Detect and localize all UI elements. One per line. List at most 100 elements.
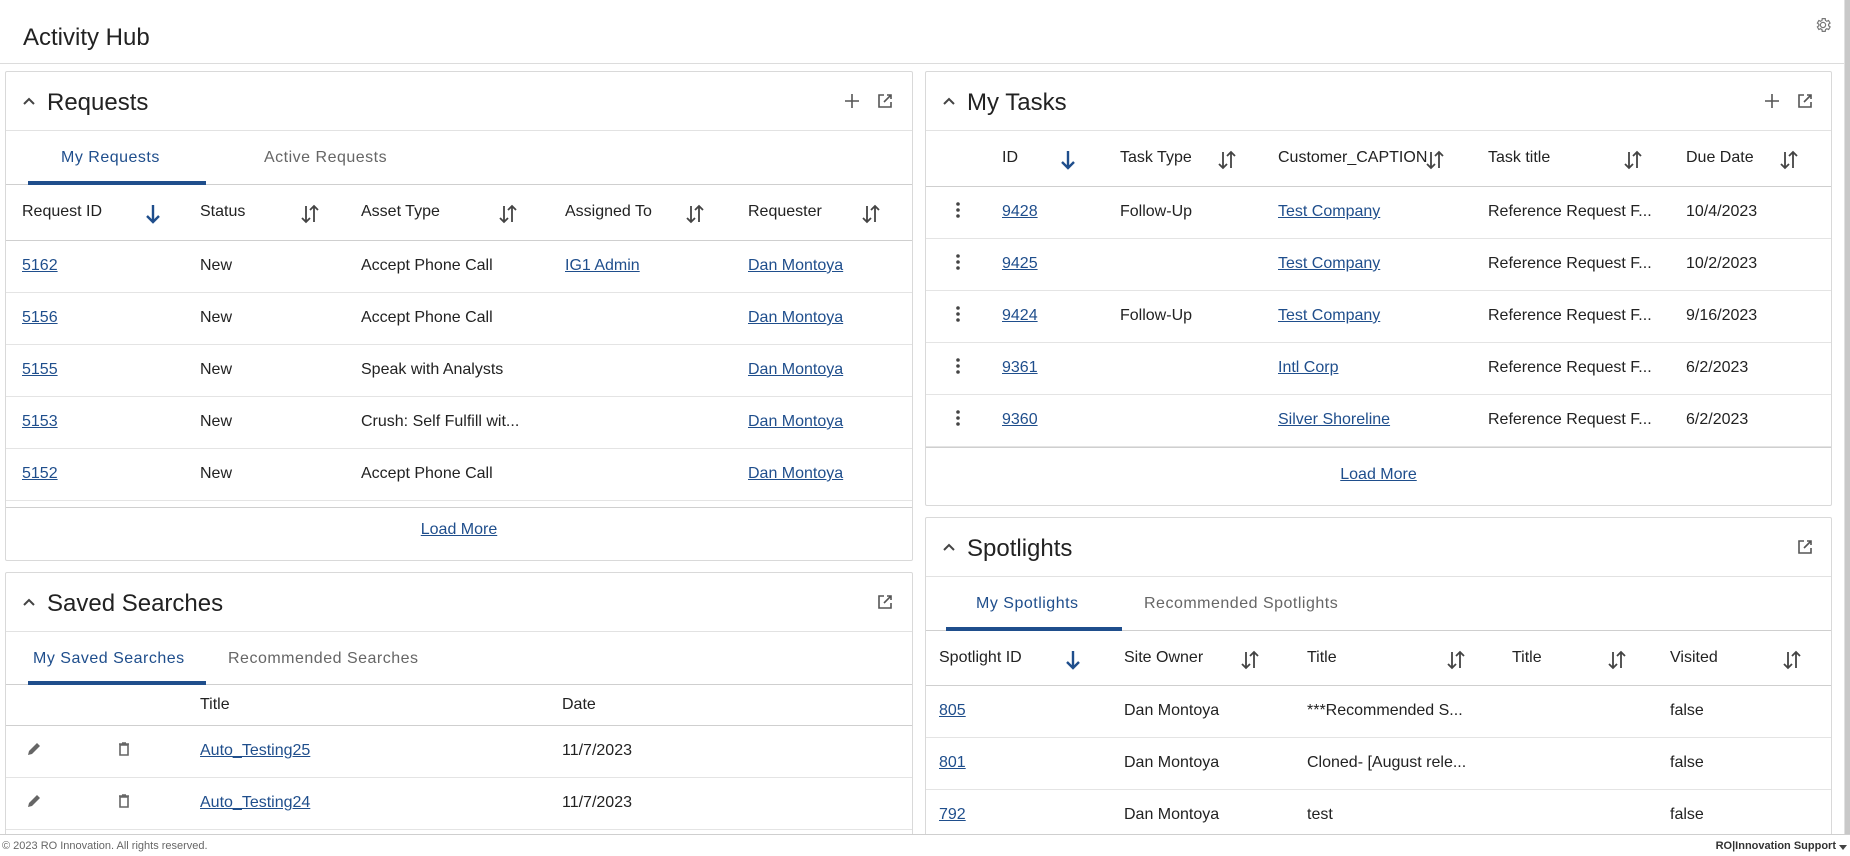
column-header-title[interactable]: Title <box>1292 631 1497 686</box>
column-header-assigned-to[interactable]: Assigned To <box>549 185 732 241</box>
spotlight-id-link[interactable]: 805 <box>939 702 966 719</box>
pencil-icon[interactable] <box>26 741 42 757</box>
saved-searches-table: Title Date Auto_Testing25 11/7/2023 Auto… <box>6 685 912 830</box>
page-scrollbar[interactable] <box>1844 0 1850 834</box>
column-header-request-id[interactable]: Request ID <box>6 185 184 241</box>
column-header-customer[interactable]: Customer_CAPTION <box>1262 131 1472 187</box>
saved-search-link[interactable]: Auto_Testing25 <box>200 742 310 759</box>
chevron-up-icon[interactable] <box>942 540 956 554</box>
scrollbar-thumb[interactable] <box>1845 0 1850 834</box>
trash-icon[interactable] <box>116 793 132 809</box>
column-header-requester[interactable]: Requester <box>732 185 912 241</box>
column-header-task-title[interactable]: Task title <box>1472 131 1670 187</box>
kebab-menu-icon[interactable] <box>950 200 966 220</box>
trash-icon[interactable] <box>116 741 132 757</box>
requester-link[interactable]: Dan Montoya <box>748 309 843 326</box>
tab-recommended-searches[interactable]: Recommended Searches <box>228 650 419 668</box>
kebab-menu-icon[interactable] <box>950 252 966 272</box>
column-header-status[interactable]: Status <box>184 185 345 241</box>
sort-arrows-icon[interactable] <box>1239 649 1261 671</box>
task-id-link[interactable]: 9425 <box>1002 255 1038 272</box>
sort-arrows-icon[interactable] <box>860 203 882 225</box>
tab-recommended-spotlights[interactable]: Recommended Spotlights <box>1144 595 1338 613</box>
external-link-icon[interactable] <box>876 593 894 611</box>
sort-arrows-icon[interactable] <box>1424 149 1446 171</box>
spotlight-id-link[interactable]: 792 <box>939 806 966 823</box>
requester-link[interactable]: Dan Montoya <box>748 361 843 378</box>
customer-link[interactable]: Test Company <box>1278 203 1380 220</box>
task-id-link[interactable]: 9361 <box>1002 359 1038 376</box>
external-link-icon[interactable] <box>1796 538 1814 556</box>
sort-arrows-icon[interactable] <box>299 203 321 225</box>
customer-link[interactable]: Test Company <box>1278 307 1380 324</box>
tab-my-spotlights[interactable]: My Spotlights <box>976 595 1079 613</box>
page-title: Activity Hub <box>23 24 150 51</box>
chevron-up-icon[interactable] <box>22 94 36 108</box>
arrow-down-icon[interactable] <box>1062 649 1084 671</box>
customer-link[interactable]: Test Company <box>1278 255 1380 272</box>
request-id-link[interactable]: 5156 <box>22 309 58 326</box>
sort-arrows-icon[interactable] <box>1445 649 1467 671</box>
tasks-table: ID Task Type Customer_CAPTION Task title… <box>926 131 1831 447</box>
saved-searches-tabs: My Saved Searches Recommended Searches <box>6 632 912 685</box>
customer-link[interactable]: Intl Corp <box>1278 359 1338 376</box>
column-label: Task title <box>1488 149 1551 167</box>
saved-search-link[interactable]: Auto_Testing24 <box>200 794 310 811</box>
task-id-link[interactable]: 9360 <box>1002 411 1038 428</box>
gear-icon[interactable] <box>1814 16 1832 34</box>
arrow-down-icon[interactable] <box>1057 149 1079 171</box>
chevron-up-icon[interactable] <box>942 94 956 108</box>
requester-link[interactable]: Dan Montoya <box>748 257 843 274</box>
requests-tabs: My Requests Active Requests <box>6 131 912 185</box>
column-header-site-owner[interactable]: Site Owner <box>1109 631 1292 686</box>
tab-my-requests[interactable]: My Requests <box>61 149 160 167</box>
sort-arrows-icon[interactable] <box>1216 149 1238 171</box>
sort-arrows-icon[interactable] <box>497 203 519 225</box>
request-id-link[interactable]: 5153 <box>22 413 58 430</box>
column-label: Request ID <box>22 203 103 221</box>
customer-link[interactable]: Silver Shoreline <box>1278 411 1390 428</box>
kebab-menu-icon[interactable] <box>950 304 966 324</box>
request-id-link[interactable]: 5152 <box>22 465 58 482</box>
requester-link[interactable]: Dan Montoya <box>748 413 843 430</box>
external-link-icon[interactable] <box>876 92 894 110</box>
external-link-icon[interactable] <box>1796 92 1814 110</box>
column-header-asset-type[interactable]: Asset Type <box>345 185 549 241</box>
spotlights-title: Spotlights <box>967 535 1073 562</box>
pencil-icon[interactable] <box>26 793 42 809</box>
requester-link[interactable]: Dan Montoya <box>748 465 843 482</box>
table-row: 9424 Follow-Up Test Company Reference Re… <box>926 290 1831 343</box>
request-id-link[interactable]: 5162 <box>22 257 58 274</box>
chevron-up-icon[interactable] <box>22 595 36 609</box>
request-id-link[interactable]: 5155 <box>22 361 58 378</box>
support-link[interactable]: RO|Innovation Support <box>1716 840 1836 852</box>
plus-icon[interactable] <box>843 92 861 110</box>
tab-my-saved-searches[interactable]: My Saved Searches <box>33 650 185 668</box>
kebab-menu-icon[interactable] <box>950 356 966 376</box>
column-header-task-type[interactable]: Task Type <box>1104 131 1262 187</box>
sort-arrows-icon[interactable] <box>1778 149 1800 171</box>
requests-load-more-link[interactable]: Load More <box>6 521 912 539</box>
sort-arrows-icon[interactable] <box>684 203 706 225</box>
sort-arrows-icon[interactable] <box>1606 649 1628 671</box>
table-row: Auto_Testing24 11/7/2023 <box>6 777 912 830</box>
column-header-title-2[interactable]: Title <box>1497 631 1657 686</box>
spotlight-id-link[interactable]: 801 <box>939 754 966 771</box>
task-id-link[interactable]: 9424 <box>1002 307 1038 324</box>
tasks-load-more-link[interactable]: Load More <box>926 466 1831 484</box>
arrow-down-icon[interactable] <box>142 203 164 225</box>
kebab-menu-icon[interactable] <box>950 408 966 428</box>
assigned-to-link[interactable]: IG1 Admin <box>565 257 640 274</box>
column-header-due-date[interactable]: Due Date <box>1670 131 1831 187</box>
column-header-visited[interactable]: Visited <box>1657 631 1831 686</box>
asset-type-cell: Speak with Analysts <box>345 344 549 397</box>
status-cell: New <box>184 240 345 293</box>
column-header-id[interactable]: ID <box>986 131 1104 187</box>
sort-arrows-icon[interactable] <box>1622 149 1644 171</box>
caret-down-icon[interactable] <box>1839 843 1847 851</box>
column-header-spotlight-id[interactable]: Spotlight ID <box>926 631 1109 686</box>
sort-arrows-icon[interactable] <box>1781 649 1803 671</box>
task-id-link[interactable]: 9428 <box>1002 203 1038 220</box>
tab-active-requests[interactable]: Active Requests <box>264 149 387 167</box>
plus-icon[interactable] <box>1763 92 1781 110</box>
